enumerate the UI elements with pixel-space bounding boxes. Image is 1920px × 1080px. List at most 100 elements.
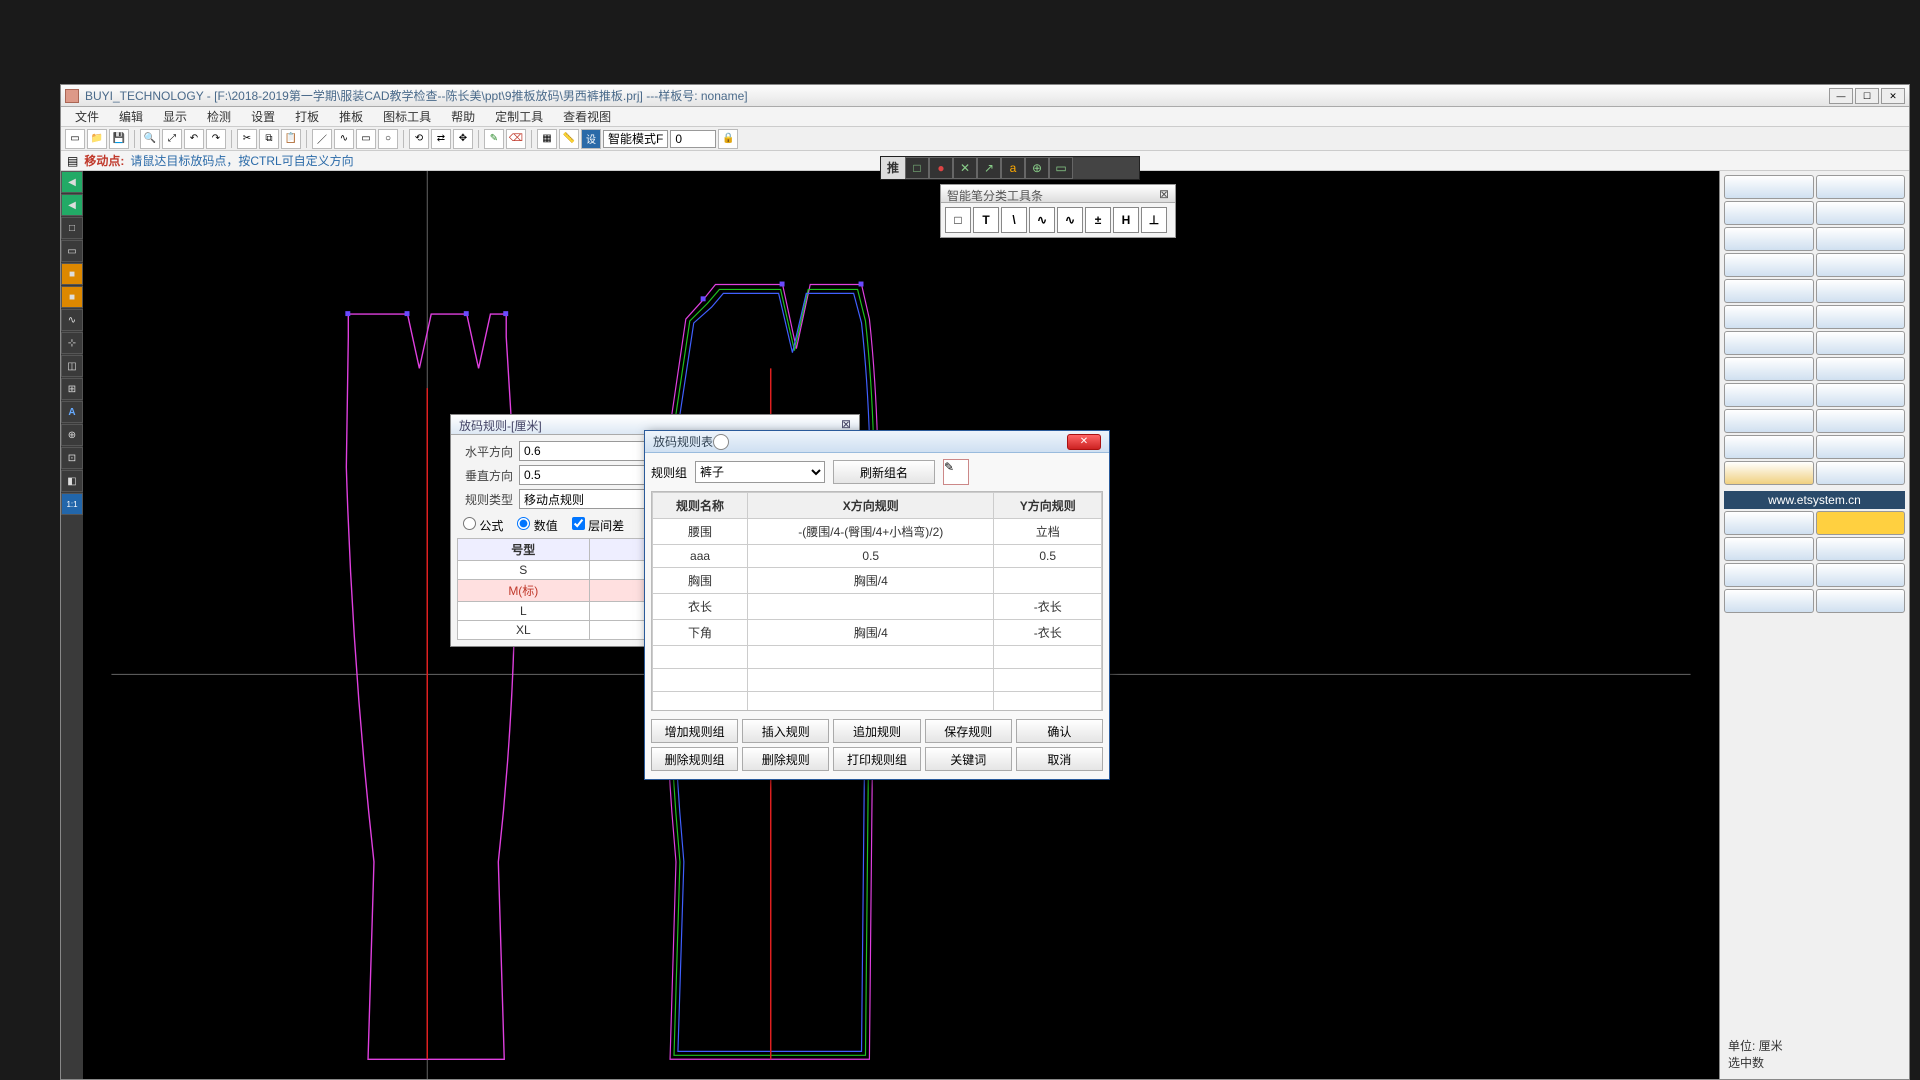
rtool-8[interactable] [1816, 253, 1906, 277]
pen-shape-line[interactable]: \ [1001, 207, 1027, 233]
rule-row[interactable]: 腰围-(腰围/4-(臀围/4+小档弯)/2)立档 [653, 519, 1102, 545]
move-icon[interactable]: ✥ [453, 129, 473, 149]
check-layerdiff[interactable]: 层间差 [572, 517, 624, 534]
menu-viewport[interactable]: 查看视图 [555, 106, 619, 127]
rtool-2[interactable] [1816, 175, 1906, 199]
ltool-1[interactable]: ◀ [61, 171, 83, 193]
dlg2-btn-8[interactable]: 关键词 [925, 747, 1012, 771]
pen-shape-rect[interactable]: □ [945, 207, 971, 233]
rtool-1[interactable] [1724, 175, 1814, 199]
rule-table-dialog[interactable]: 放码规则表 ✕ 规则组 裤子 刷新组名 ✎ 规则名称 X方向规则 Y方向规则 腰… [644, 430, 1110, 780]
ltool-9[interactable]: ◫ [61, 355, 83, 377]
maximize-button[interactable]: ☐ [1855, 88, 1879, 104]
grade-floatbar[interactable]: 推 □ ● ✕ ↗ a ⊕ ▭ [880, 156, 1140, 180]
edit-icon[interactable]: ✎ [943, 459, 969, 485]
dlg2-btn-1[interactable]: 插入规则 [742, 719, 829, 743]
rtool-24[interactable] [1816, 461, 1906, 485]
gb-7[interactable]: ▭ [1049, 157, 1073, 179]
grid-icon[interactable]: ▦ [537, 129, 557, 149]
ltool-11[interactable]: ⊕ [61, 424, 83, 446]
rtool-20[interactable] [1816, 409, 1906, 433]
dlg2-btn-7[interactable]: 打印规则组 [833, 747, 920, 771]
rtool-16[interactable] [1816, 357, 1906, 381]
group-select[interactable]: 裤子 [695, 461, 825, 483]
rtool-23[interactable] [1724, 461, 1814, 485]
pen-shape-perp[interactable]: ⊥ [1141, 207, 1167, 233]
rtool-30[interactable] [1816, 563, 1906, 587]
dlg2-btn-0[interactable]: 增加规则组 [651, 719, 738, 743]
rtool-15[interactable] [1724, 357, 1814, 381]
rtool-13[interactable] [1724, 331, 1814, 355]
pen-shape-curve[interactable]: ∿ [1057, 207, 1083, 233]
rtool-11[interactable] [1724, 305, 1814, 329]
rtool-21[interactable] [1724, 435, 1814, 459]
menu-settings[interactable]: 设置 [243, 106, 283, 127]
ltool-3[interactable]: □ [61, 217, 83, 239]
pen-tool-header[interactable]: 智能笔分类工具条 ⊠ [941, 185, 1175, 203]
rect-icon[interactable]: ▭ [356, 129, 376, 149]
rtool-26[interactable] [1816, 511, 1906, 535]
ltool-8[interactable]: ⊹ [61, 332, 83, 354]
rtool-5[interactable] [1724, 227, 1814, 251]
radio-formula[interactable]: 公式 [463, 517, 503, 534]
zoomfit-icon[interactable]: ⤢ [162, 129, 182, 149]
rtool-22[interactable] [1816, 435, 1906, 459]
pen-shape-h[interactable]: H [1113, 207, 1139, 233]
dlg2-header[interactable]: 放码规则表 ✕ [645, 431, 1109, 453]
rtool-17[interactable] [1724, 383, 1814, 407]
mirror-icon[interactable]: ⇄ [431, 129, 451, 149]
open-icon[interactable]: 📁 [87, 129, 107, 149]
ltool-ratio[interactable]: 1:1 [61, 493, 83, 515]
rtool-6[interactable] [1816, 227, 1906, 251]
ltool-10[interactable]: ⊞ [61, 378, 83, 400]
menu-file[interactable]: 文件 [67, 106, 107, 127]
rtool-4[interactable] [1816, 201, 1906, 225]
gb-2[interactable]: ● [929, 157, 953, 179]
pen-shape-wave[interactable]: ∿ [1029, 207, 1055, 233]
paste-icon[interactable]: 📋 [281, 129, 301, 149]
erase-icon[interactable]: ⌫ [506, 129, 526, 149]
pen-icon[interactable]: ✎ [484, 129, 504, 149]
rotate-icon[interactable]: ⟲ [409, 129, 429, 149]
rule-row[interactable]: 衣长-衣长 [653, 594, 1102, 620]
rtool-32[interactable] [1816, 589, 1906, 613]
menu-grade[interactable]: 推板 [331, 106, 371, 127]
dlg2-close-button[interactable]: ✕ [1067, 434, 1101, 450]
line-icon[interactable]: ／ [312, 129, 332, 149]
gb-4[interactable]: ↗ [977, 157, 1001, 179]
rtool-18[interactable] [1816, 383, 1906, 407]
lock-icon[interactable]: 🔒 [718, 129, 738, 149]
ltool-text[interactable]: A [61, 401, 83, 423]
rtool-28[interactable] [1816, 537, 1906, 561]
pen-shape-pm[interactable]: ± [1085, 207, 1111, 233]
mode-select[interactable]: 智能模式F [603, 130, 668, 148]
rtool-9[interactable] [1724, 279, 1814, 303]
radio-value[interactable]: 数值 [517, 517, 557, 534]
mode-icon[interactable]: 设 [581, 129, 601, 149]
close-button[interactable]: ✕ [1881, 88, 1905, 104]
dlg2-btn-3[interactable]: 保存规则 [925, 719, 1012, 743]
pen-shape-t[interactable]: T [973, 207, 999, 233]
rtool-25[interactable] [1724, 511, 1814, 535]
undo-icon[interactable]: ↶ [184, 129, 204, 149]
refresh-group-button[interactable]: 刷新组名 [833, 460, 935, 484]
ltool-2[interactable]: ◀ [61, 194, 83, 216]
menu-custom[interactable]: 定制工具 [487, 106, 551, 127]
rule-row[interactable]: aaa0.50.5 [653, 545, 1102, 568]
cut-icon[interactable]: ✂ [237, 129, 257, 149]
curve-icon[interactable]: ∿ [334, 129, 354, 149]
measure-icon[interactable]: 📏 [559, 129, 579, 149]
rtool-27[interactable] [1724, 537, 1814, 561]
dlg2-btn-2[interactable]: 追加规则 [833, 719, 920, 743]
rule-grid[interactable]: 规则名称 X方向规则 Y方向规则 腰围-(腰围/4-(臀围/4+小档弯)/2)立… [652, 492, 1102, 711]
website-link[interactable]: www.etsystem.cn [1724, 491, 1905, 509]
circle-icon[interactable]: ○ [378, 129, 398, 149]
rtool-12[interactable] [1816, 305, 1906, 329]
rule-row[interactable]: 胸围胸围/4 [653, 568, 1102, 594]
menu-view[interactable]: 显示 [155, 106, 195, 127]
gb-1[interactable]: □ [905, 157, 929, 179]
ltool-12[interactable]: ⊡ [61, 447, 83, 469]
rtool-10[interactable] [1816, 279, 1906, 303]
ltool-7[interactable]: ∿ [61, 309, 83, 331]
rule-row[interactable]: 下角胸围/4-衣长 [653, 620, 1102, 646]
